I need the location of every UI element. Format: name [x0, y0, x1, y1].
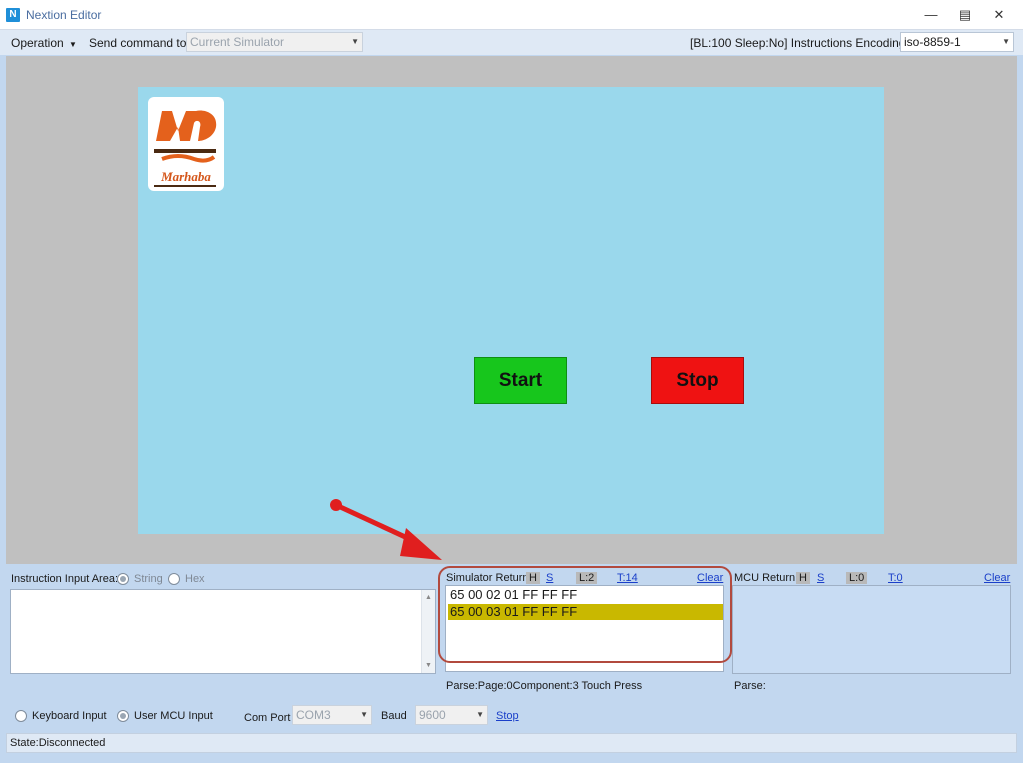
instruction-input-field[interactable]: ▲ ▼ — [10, 589, 436, 674]
com-port-label: Com Port — [244, 712, 291, 724]
nextion-app-icon: N — [6, 8, 20, 22]
chevron-down-icon: ▼ — [351, 37, 359, 46]
mcu-clear-link[interactable]: Clear — [984, 572, 1010, 584]
baud-label: Baud — [381, 710, 407, 722]
operation-menu-label: Operation — [11, 36, 64, 50]
string-radio-label: String — [134, 573, 163, 585]
mcu-t-count[interactable]: T:0 — [888, 572, 903, 584]
user-mcu-input-label: User MCU Input — [134, 710, 213, 722]
scroll-up-icon[interactable]: ▲ — [425, 594, 432, 601]
marhaba-logo: Marhaba — [148, 97, 224, 191]
mcu-return-list[interactable] — [732, 585, 1011, 674]
mcu-string-toggle[interactable]: S — [817, 572, 824, 584]
com-port-value: COM3 — [296, 708, 331, 722]
mcu-return-label: MCU Return: — [734, 572, 799, 584]
instruction-scrollbar[interactable]: ▲ ▼ — [421, 590, 435, 673]
device-status-info: [BL:100 Sleep:No] Instructions Encoding: — [690, 36, 909, 50]
close-button[interactable]: ✕ — [982, 0, 1016, 30]
simulator-parse-text: Parse:Page:0Component:3 Touch Press — [446, 680, 643, 692]
title-bar: N Nextion Editor — ▤ ✕ — [0, 0, 1023, 30]
keyboard-input-label: Keyboard Input — [32, 710, 107, 722]
send-command-label: Send command to: — [89, 36, 190, 50]
logo-text: Marhaba — [160, 169, 211, 184]
chevron-down-icon: ▼ — [1002, 37, 1010, 46]
send-target-value: Current Simulator — [190, 35, 285, 49]
encoding-value: iso-8859-1 — [904, 35, 961, 49]
chevron-down-icon: ▼ — [69, 40, 77, 49]
annotation-arrow — [330, 499, 442, 560]
encoding-select[interactable]: iso-8859-1 ▼ — [900, 32, 1014, 52]
annotation-highlight-ring — [438, 566, 732, 663]
com-port-select[interactable]: COM3 ▼ — [292, 705, 372, 725]
simulator-screen[interactable] — [138, 87, 884, 534]
user-mcu-input-radio[interactable] — [117, 710, 129, 722]
operation-menu[interactable]: Operation ▼ — [11, 36, 77, 50]
stop-link[interactable]: Stop — [496, 710, 519, 722]
scroll-down-icon[interactable]: ▼ — [425, 662, 432, 669]
instruction-input-label: Instruction Input Area: — [11, 573, 119, 585]
baud-select[interactable]: 9600 ▼ — [415, 705, 488, 725]
connection-state: State:Disconnected — [10, 737, 106, 749]
hex-radio[interactable] — [168, 573, 180, 585]
maximize-button[interactable]: ▤ — [948, 0, 982, 30]
minimize-button[interactable]: — — [914, 0, 948, 30]
keyboard-input-radio[interactable] — [15, 710, 27, 722]
status-bar: State:Disconnected — [6, 733, 1017, 753]
start-button[interactable]: Start — [474, 357, 567, 404]
stop-button[interactable]: Stop — [651, 357, 744, 404]
mcu-parse-text: Parse: — [734, 680, 766, 692]
hex-radio-label: Hex — [185, 573, 205, 585]
send-target-select[interactable]: Current Simulator ▼ — [186, 32, 363, 52]
chevron-down-icon: ▼ — [360, 710, 368, 719]
mcu-hex-toggle[interactable]: H — [796, 572, 810, 584]
chevron-down-icon: ▼ — [476, 710, 484, 719]
window-title: Nextion Editor — [26, 8, 102, 22]
string-radio[interactable] — [117, 573, 129, 585]
baud-value: 9600 — [419, 708, 446, 722]
mcu-line-count: L:0 — [846, 572, 868, 584]
toolbar: Operation ▼ Send command to: Current Sim… — [0, 30, 1023, 55]
